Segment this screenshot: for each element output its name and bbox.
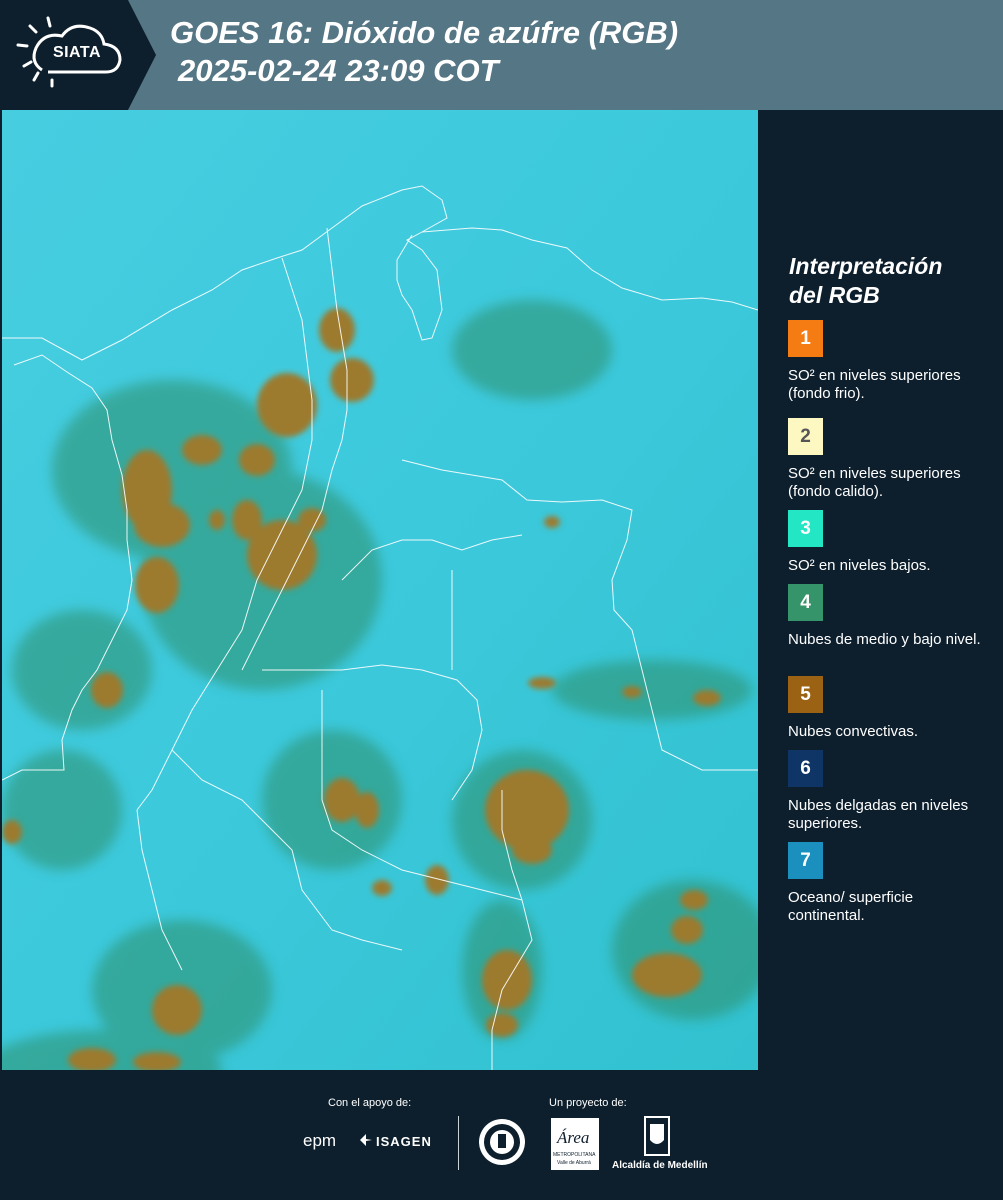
legend-swatch-5: 5 xyxy=(788,676,823,713)
legend-label-5: Nubes convectivas. xyxy=(788,723,919,740)
legend-swatch-1: 1 xyxy=(788,320,823,357)
area-metropolitana-subtitle-2: Valle de Aburrá xyxy=(557,1160,591,1166)
satellite-map[interactable] xyxy=(2,110,758,1070)
legend-item-7: 7 Oceano/ superficie continental. xyxy=(788,842,988,925)
legend-item-5: 5 Nubes convectivas. xyxy=(788,676,988,741)
legend-label-2: SO² en niveles superiores (fondo calido)… xyxy=(788,465,961,500)
isagen-icon xyxy=(359,1133,373,1147)
legend-label-6: Nubes delgadas en niveles superiores. xyxy=(788,797,969,832)
logo-text: SIATA xyxy=(52,44,102,61)
legend-title: Interpretación del RGB xyxy=(789,252,942,310)
legend-item-4: 4 Nubes de medio y bajo nivel. xyxy=(788,584,988,649)
page-title: GOES 16: Dióxido de azúfre (RGB) 2025-02… xyxy=(170,14,678,90)
legend-label-1: SO² en niveles superiores (fondo frio). xyxy=(788,367,961,402)
legend-item-3: 3 SO² en niveles bajos. xyxy=(788,510,988,575)
legend-label-3: SO² en niveles bajos. xyxy=(788,557,931,574)
alcaldia-label[interactable]: Alcaldía de Medellín xyxy=(612,1160,708,1171)
legend-swatch-3: 3 xyxy=(788,510,823,547)
legend-swatch-6: 6 xyxy=(788,750,823,787)
siata-logo[interactable]: SIATA xyxy=(0,0,158,110)
area-metropolitana-subtitle-1: METROPOLITANA xyxy=(553,1152,596,1158)
legend-label-4: Nubes de medio y bajo nivel. xyxy=(788,631,981,648)
legend-swatch-7: 7 xyxy=(788,842,823,879)
legend-label-7: Oceano/ superficie continental. xyxy=(788,889,914,924)
map-image xyxy=(2,110,758,1070)
support-label: Con el apoyo de: xyxy=(328,1097,412,1109)
epm-logo[interactable]: epm xyxy=(303,1131,336,1151)
legend-swatch-2: 2 xyxy=(788,418,823,455)
legend-item-6: 6 Nubes delgadas en niveles superiores. xyxy=(788,750,988,833)
isagen-logo[interactable]: ISAGEN xyxy=(376,1134,432,1149)
legend-title-line-2: del RGB xyxy=(789,282,880,308)
project-label: Un proyecto de: xyxy=(549,1097,627,1109)
area-metropolitana-title: Área xyxy=(557,1128,590,1147)
legend-item-1: 1 SO² en niveles superiores (fondo frio)… xyxy=(788,320,988,403)
footer: Con el apoyo de: Un proyecto de: epm ISA… xyxy=(0,1070,1003,1200)
title-line-1: GOES 16: Dióxido de azúfre (RGB) xyxy=(170,15,679,50)
legend-swatch-4: 4 xyxy=(788,584,823,621)
area-metropolitana-logo[interactable]: Área METROPOLITANA Valle de Aburrá xyxy=(551,1118,599,1170)
alcaldia-crest-icon xyxy=(644,1116,670,1156)
medellin-seal-icon[interactable] xyxy=(478,1118,526,1166)
legend-title-line-1: Interpretación xyxy=(789,253,943,279)
title-line-2: 2025-02-24 23:09 COT xyxy=(178,53,499,88)
legend-panel: Interpretación del RGB 1 SO² en niveles … xyxy=(776,110,1003,1070)
legend-item-2: 2 SO² en niveles superiores (fondo calid… xyxy=(788,418,988,501)
header-bar: SIATA GOES 16: Dióxido de azúfre (RGB) 2… xyxy=(0,0,1003,110)
footer-divider xyxy=(458,1116,459,1170)
